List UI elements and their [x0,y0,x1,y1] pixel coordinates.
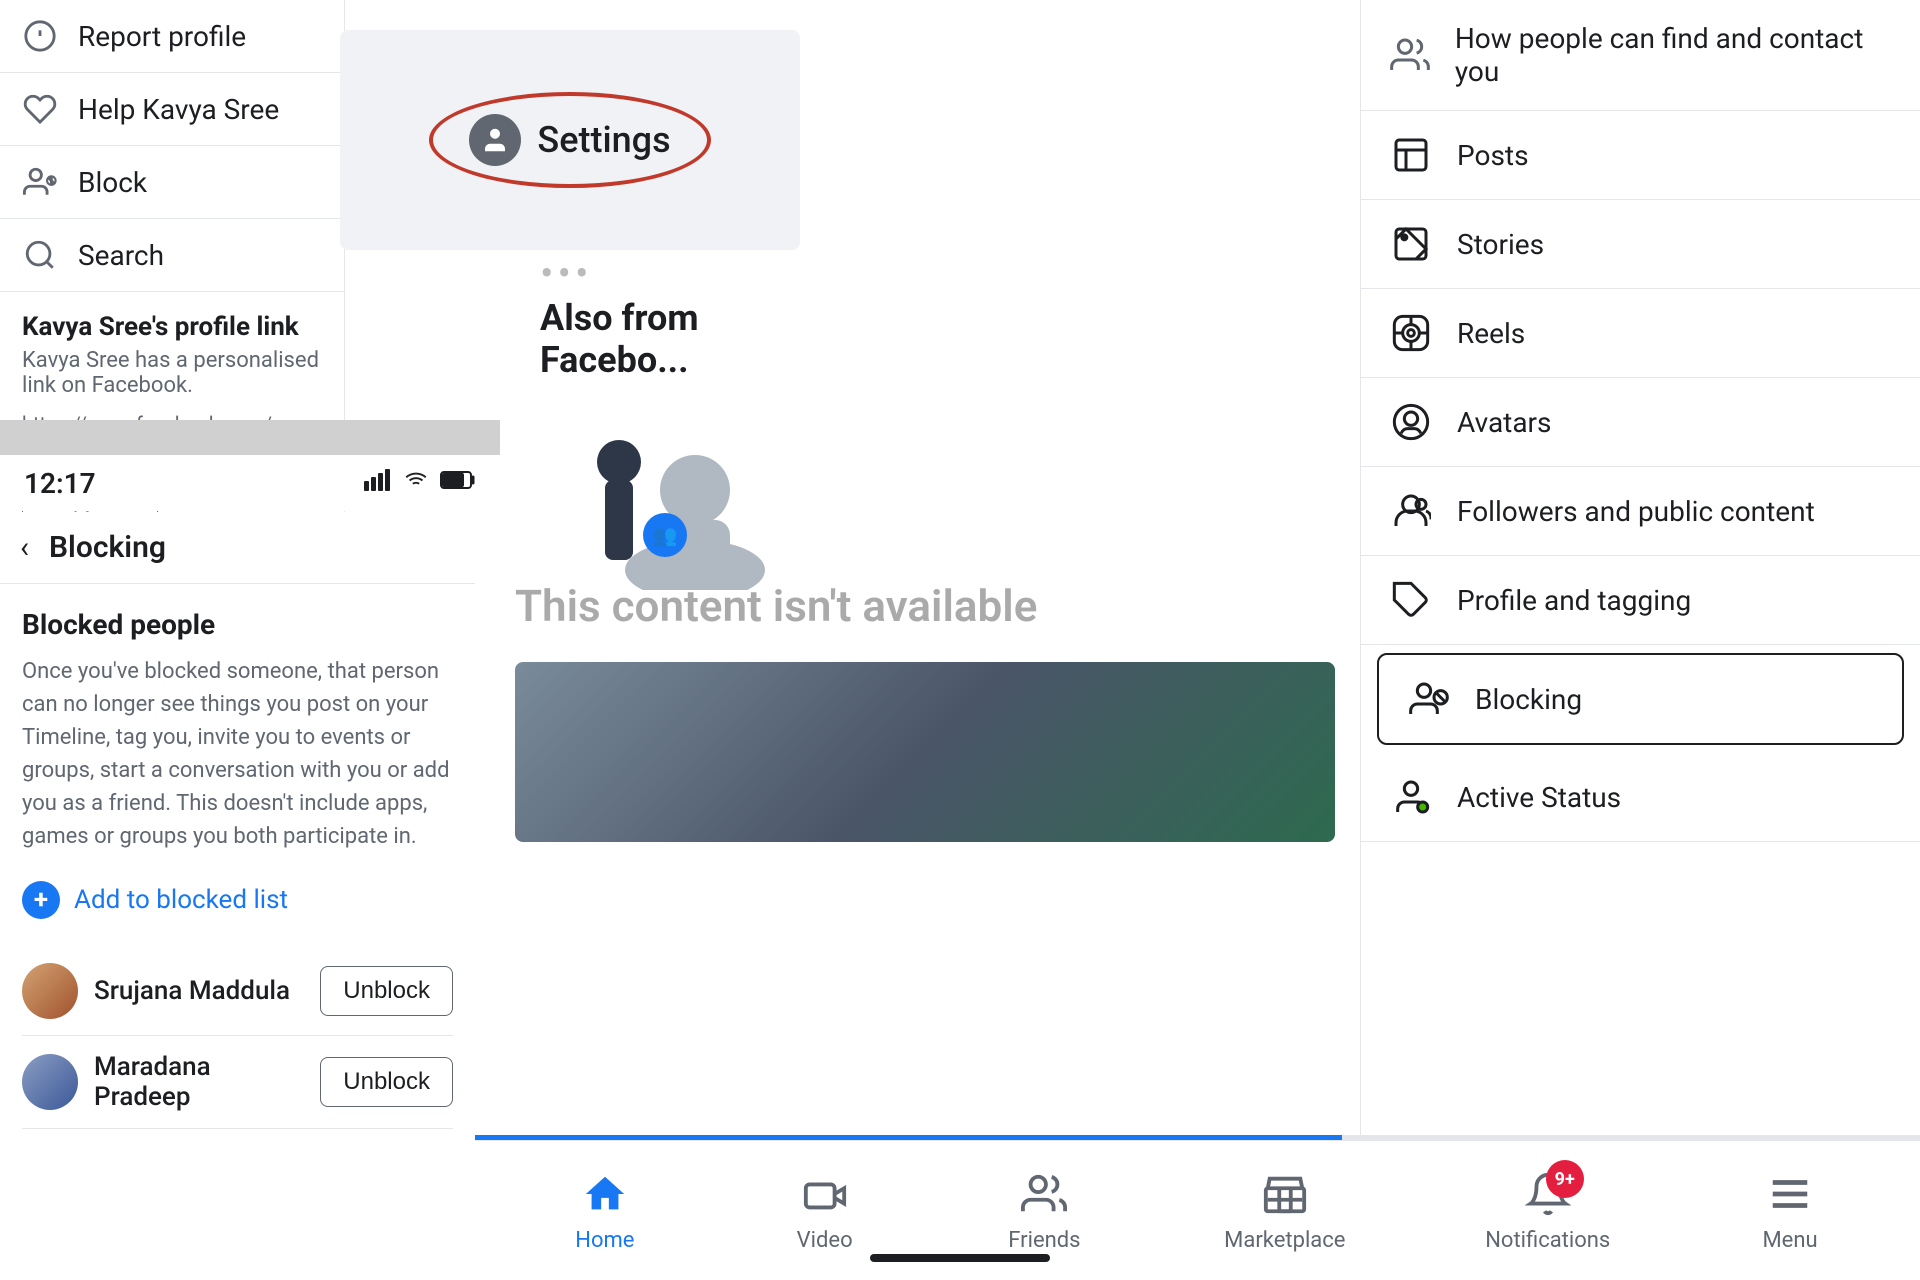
blocked-person-maradana: Maradana Pradeep Unblock [22,1036,453,1129]
dots-decoration: ••• [540,250,780,297]
stories-label: Stories [1457,228,1544,261]
bottom-nav: Home Video Friends [475,1140,1920,1280]
content-preview-image [515,662,1335,842]
search-icon [22,237,58,273]
video-label: Video [797,1228,853,1253]
marketplace-label: Marketplace [1224,1228,1345,1253]
menu-icon [1764,1168,1816,1220]
settings-item-followers[interactable]: Followers and public content [1361,467,1920,556]
avatars-icon [1389,400,1433,444]
settings-item-avatars[interactable]: Avatars [1361,378,1920,467]
reels-label: Reels [1457,317,1525,350]
wifi-icon [402,469,430,497]
nav-item-home[interactable]: Home [545,1158,665,1263]
blocked-section: Blocked people Once you've blocked someo… [0,584,475,1153]
settings-item-profile-tagging[interactable]: Profile and tagging [1361,556,1920,645]
unblock-button-maradana[interactable]: Unblock [320,1057,453,1107]
marketplace-icon [1259,1168,1311,1220]
blocking-screen: ‹ Blocking Blocked people Once you've bl… [0,512,475,1280]
right-panel: How people can find and contact you Post… [1360,0,1920,1280]
status-time: 12:17 [24,467,96,500]
blocked-people-heading: Blocked people [22,608,453,641]
settings-label: Settings [537,119,670,161]
add-to-blocked-list-button[interactable]: + Add to blocked list [22,881,453,919]
menu-item-report-label: Report profile [78,20,246,53]
posts-label: Posts [1457,139,1529,172]
notifications-label: Notifications [1485,1228,1610,1253]
add-blocked-label: Add to blocked list [74,885,288,915]
bottom-indicator [870,1254,1050,1262]
battery-icon [440,469,476,497]
status-bar: 12:17 [0,455,500,511]
active-status-icon [1389,775,1433,819]
settings-find-contact-header: How people can find and contact you [1361,0,1920,111]
heart-icon [22,91,58,127]
settings-circle: Settings [429,92,710,188]
settings-item-posts[interactable]: Posts [1361,111,1920,200]
also-from-section: ••• Also from Facebo... [540,250,780,381]
active-status-label: Active Status [1457,781,1621,814]
unblock-button-srujana[interactable]: Unblock [320,966,453,1016]
nav-item-friends[interactable]: Friends [984,1158,1104,1263]
content-unavailable-section: This content isn't available [475,540,1375,882]
menu-label: Menu [1762,1228,1817,1253]
avatars-label: Avatars [1457,406,1552,439]
settings-item-active-status[interactable]: Active Status [1361,753,1920,842]
menu-item-help[interactable]: Help Kavya Sree [0,73,344,146]
settings-item-stories[interactable]: Stories [1361,200,1920,289]
followers-icon [1389,489,1433,533]
menu-item-report[interactable]: Report profile [0,0,344,73]
notifications-icon: 9+ [1522,1168,1574,1220]
blocking-menu-icon [1407,677,1451,721]
block-person-icon [22,164,58,200]
blocking-menu-label: Blocking [1475,683,1582,716]
home-icon [579,1168,631,1220]
avatar-srujana [22,963,78,1019]
settings-item-reels[interactable]: Reels [1361,289,1920,378]
menu-item-block-label: Block [78,166,147,199]
status-icons [364,469,476,497]
settings-overlay: Settings [340,30,800,250]
person-name-srujana: Srujana Maddula [94,976,304,1006]
blocked-people-description: Once you've blocked someone, that person… [22,655,453,853]
friends-icon [1018,1168,1070,1220]
profile-tagging-label: Profile and tagging [1457,584,1691,617]
menu-item-search[interactable]: Search [0,219,344,292]
profile-link-subtitle: Kavya Sree has a personalised link on Fa… [22,348,322,398]
avatar-maradana [22,1054,78,1110]
profile-tagging-icon [1389,578,1433,622]
also-from-text: Also from Facebo... [540,297,780,381]
find-contact-label: How people can find and contact you [1455,22,1892,88]
blocking-title: Blocking [49,530,166,565]
profile-link-title: Kavya Sree's profile link [22,312,322,342]
friends-label: Friends [1008,1228,1080,1253]
find-contact-icon [1389,33,1431,77]
report-icon [22,18,58,54]
settings-item-blocking[interactable]: Blocking [1377,653,1904,745]
video-icon [799,1168,851,1220]
nav-item-notifications[interactable]: 9+ Notifications [1465,1158,1630,1263]
posts-icon [1389,133,1433,177]
stories-icon [1389,222,1433,266]
nav-item-video[interactable]: Video [765,1158,885,1263]
signal-icon [364,469,392,497]
back-button[interactable]: ‹ [20,530,29,565]
menu-item-block[interactable]: Block [0,146,344,219]
home-label: Home [575,1228,634,1253]
settings-avatar-icon [469,114,521,166]
person-name-maradana: Maradana Pradeep [94,1052,304,1112]
menu-item-search-label: Search [78,239,164,272]
add-icon: + [22,881,60,919]
reels-icon [1389,311,1433,355]
nav-item-marketplace[interactable]: Marketplace [1204,1158,1365,1263]
blocking-header: ‹ Blocking [0,512,475,584]
blocked-person-srujana: Srujana Maddula Unblock [22,947,453,1036]
notification-badge: 9+ [1546,1160,1584,1198]
followers-label: Followers and public content [1457,495,1815,528]
menu-item-help-label: Help Kavya Sree [78,93,279,126]
content-unavailable-text: This content isn't available [515,580,1335,632]
nav-item-menu[interactable]: Menu [1730,1158,1850,1263]
